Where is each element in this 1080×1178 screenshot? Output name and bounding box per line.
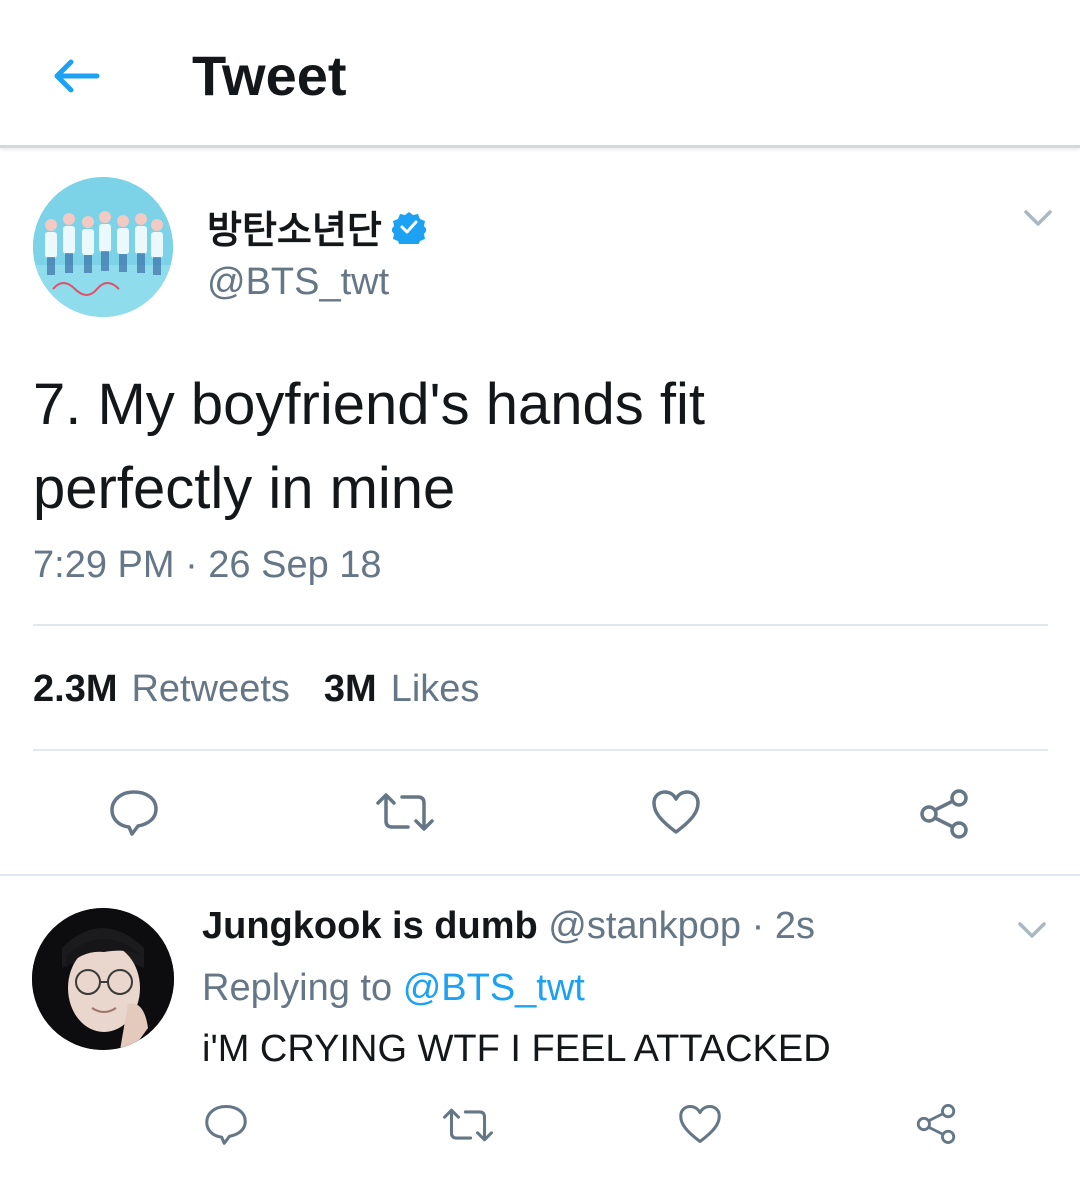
avatar[interactable] <box>32 908 174 1050</box>
retweets-count: 2.3M <box>33 668 118 710</box>
back-button[interactable] <box>46 46 106 106</box>
share-button[interactable] <box>914 787 974 841</box>
retweets-label: Retweets <box>131 668 290 710</box>
tweet-timestamp: 7:29 PM · 26 Sep 18 <box>33 544 382 586</box>
reply-handle-time: @stankpop · 2s <box>548 905 815 947</box>
retweet-button[interactable] <box>373 787 437 837</box>
page-title: Tweet <box>192 44 347 107</box>
group-photo-image <box>33 177 173 317</box>
avatar[interactable] <box>33 177 173 317</box>
likes-count: 3M <box>323 668 377 710</box>
section-divider <box>0 874 1080 876</box>
top-app-bar: Tweet <box>0 0 1080 148</box>
retweets-stat[interactable]: 2.3M Retweets <box>33 668 290 711</box>
like-button[interactable] <box>674 1101 726 1147</box>
retweet-button[interactable] <box>440 1103 496 1147</box>
tweet-text: 7. My boyfriend's hands fit perfectly in… <box>33 363 1043 531</box>
profile-photo-image <box>32 908 174 1050</box>
heart-icon <box>679 1104 721 1144</box>
engagement-stats: 2.3M Retweets 3M Likes <box>33 668 479 711</box>
display-name-text: 방탄소년단 <box>207 210 382 252</box>
like-button[interactable] <box>646 787 706 837</box>
reply-icon <box>110 790 158 836</box>
divider <box>33 749 1048 751</box>
replying-to: Replying to @BTS_twt <box>202 967 585 1010</box>
replying-prefix: Replying to <box>202 967 393 1009</box>
tweet-text-line: perfectly in mine <box>33 456 456 521</box>
share-icon <box>916 1104 956 1144</box>
chevron-down-icon <box>1024 210 1052 226</box>
retweet-icon <box>376 793 434 831</box>
heart-icon <box>652 790 700 834</box>
divider <box>33 624 1048 626</box>
display-name[interactable]: 방탄소년단 <box>207 199 426 254</box>
retweet-icon <box>442 1108 493 1142</box>
share-icon <box>920 789 968 839</box>
more-options-button[interactable] <box>1012 915 1052 945</box>
reply-header: Jungkook is dumb @stankpop · 2s <box>202 905 815 948</box>
tweet-text-line: 7. My boyfriend's hands fit <box>33 372 705 437</box>
verified-badge-icon <box>391 211 426 244</box>
chevron-down-icon <box>1018 922 1046 938</box>
replying-handle-link[interactable]: @BTS_twt <box>403 967 585 1009</box>
reply-display-name[interactable]: Jungkook is dumb <box>202 905 538 947</box>
reply-button[interactable] <box>200 1101 252 1147</box>
reply-text: i'M CRYING WTF I FEEL ATTACKED <box>202 1028 831 1070</box>
likes-label: Likes <box>390 668 480 710</box>
share-button[interactable] <box>912 1101 960 1147</box>
likes-stat[interactable]: 3M Likes <box>324 668 480 711</box>
more-options-button[interactable] <box>1018 203 1058 233</box>
arrow-left-icon <box>54 59 100 93</box>
reply-icon <box>205 1104 247 1145</box>
reply-button[interactable] <box>104 787 164 837</box>
user-handle[interactable]: @BTS_twt <box>207 261 389 304</box>
